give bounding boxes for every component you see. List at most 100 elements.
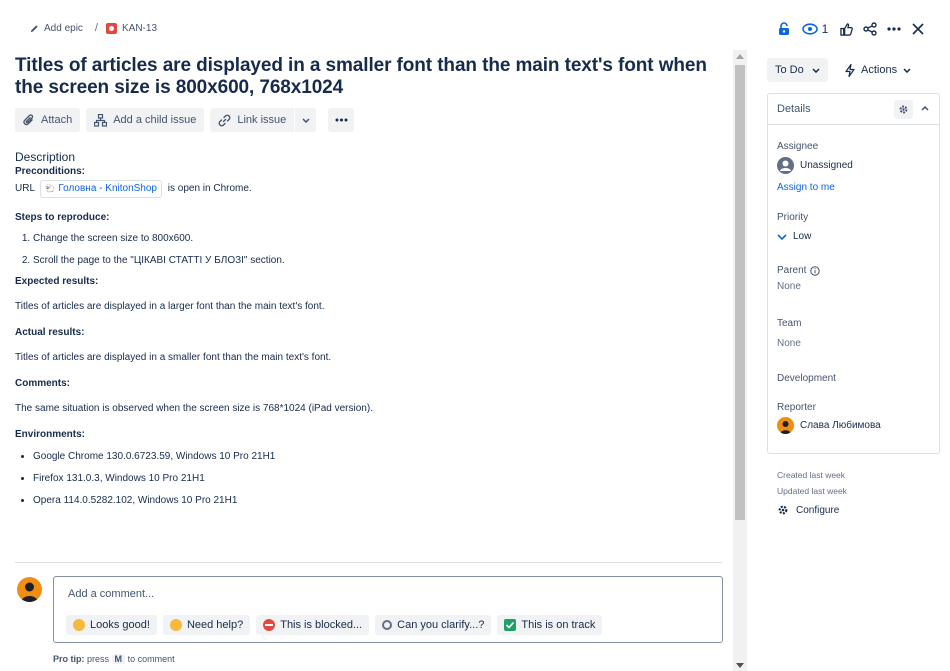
status-label: To Do bbox=[775, 64, 804, 76]
add-child-label: Add a child issue bbox=[113, 114, 197, 126]
actual-text: Titles of articles are displayed in a sm… bbox=[15, 352, 332, 363]
lock-icon[interactable] bbox=[772, 18, 796, 40]
chevron-down-icon[interactable] bbox=[294, 108, 316, 132]
updated-text: Updated last week bbox=[777, 486, 847, 496]
environments-list: Google Chrome 130.0.6723.59, Windows 10 … bbox=[15, 446, 720, 512]
reporter-text: Слава Любимова bbox=[800, 420, 881, 431]
configure-button[interactable]: Configure bbox=[777, 504, 839, 516]
issue-header-actions: 1 bbox=[772, 18, 930, 40]
more-actions-button[interactable] bbox=[328, 108, 355, 132]
status-dropdown[interactable]: To Do bbox=[767, 58, 828, 82]
no-entry-icon bbox=[263, 619, 276, 631]
quick-reply-blocked[interactable]: This is blocked... bbox=[256, 615, 370, 635]
add-epic-link[interactable]: Add epic bbox=[30, 23, 83, 34]
chevron-up-icon[interactable] bbox=[921, 102, 929, 114]
reporter-value[interactable]: Слава Любимова bbox=[777, 417, 881, 434]
description-heading: Description bbox=[15, 150, 76, 164]
smart-link[interactable]: 🐑 Головна - KnitonShop bbox=[40, 180, 162, 198]
hierarchy-icon bbox=[94, 113, 108, 127]
url-suffix: is open in Chrome. bbox=[167, 183, 252, 194]
environment-item: Google Chrome 130.0.6723.59, Windows 10 … bbox=[33, 446, 720, 468]
assign-to-me-link[interactable]: Assign to me bbox=[777, 182, 835, 193]
link-icon bbox=[219, 114, 231, 126]
comments-heading: Comments: bbox=[15, 378, 71, 389]
chevron-down-icon bbox=[812, 67, 820, 73]
comment-editor[interactable]: Add a comment... Looks good! Need help? … bbox=[53, 576, 723, 643]
breadcrumb-separator: / bbox=[94, 22, 98, 34]
watch-count: 1 bbox=[821, 22, 829, 36]
link-issue-button[interactable]: Link issue bbox=[218, 114, 294, 127]
comment-placeholder: Add a comment... bbox=[68, 588, 155, 600]
pro-tip-post: to comment bbox=[127, 654, 175, 664]
add-child-issue-button[interactable]: Add a child issue bbox=[86, 108, 205, 132]
close-icon[interactable] bbox=[906, 18, 930, 40]
chip-label: This is blocked... bbox=[280, 619, 363, 631]
preconditions-heading: Preconditions: bbox=[15, 166, 86, 177]
step-item: Change the screen size to 800x600. bbox=[33, 228, 720, 250]
details-title: Details bbox=[777, 103, 811, 115]
gear-icon[interactable] bbox=[894, 100, 913, 119]
add-epic-label: Add epic bbox=[44, 22, 83, 34]
like-icon[interactable] bbox=[834, 18, 858, 40]
parent-label-row: Parent bbox=[777, 265, 821, 276]
assignee-value[interactable]: Unassigned bbox=[777, 157, 853, 174]
paperclip-icon bbox=[23, 114, 34, 126]
quick-reply-looks-good[interactable]: Looks good! bbox=[66, 615, 157, 635]
scrollbar[interactable] bbox=[733, 50, 747, 671]
clap-icon bbox=[73, 619, 85, 631]
gear-icon bbox=[778, 505, 788, 515]
share-icon[interactable] bbox=[858, 18, 882, 40]
eye-icon bbox=[801, 23, 818, 35]
wave-icon bbox=[169, 619, 182, 631]
issue-title[interactable]: Titles of articles are displayed in a sm… bbox=[15, 55, 715, 99]
details-panel: Details Assignee Unassigned Assign to me… bbox=[767, 93, 940, 454]
attach-label: Attach bbox=[41, 114, 73, 126]
scroll-down-arrow-icon[interactable] bbox=[736, 663, 744, 668]
details-header[interactable]: Details bbox=[768, 94, 939, 125]
environments-heading: Environments: bbox=[15, 429, 86, 440]
quick-reply-need-help[interactable]: Need help? bbox=[162, 615, 251, 635]
url-prefix: URL bbox=[15, 183, 35, 194]
favicon-icon: 🐑 bbox=[45, 184, 56, 193]
actions-label: Actions bbox=[861, 64, 898, 76]
pro-tip: Pro tip: press M to comment bbox=[53, 654, 175, 664]
expected-heading: Expected results: bbox=[15, 276, 99, 287]
attach-button[interactable]: Attach bbox=[15, 108, 81, 132]
scrollbar-thumb[interactable] bbox=[735, 65, 745, 520]
assignee-text: Unassigned bbox=[800, 160, 853, 171]
reporter-label: Reporter bbox=[777, 402, 816, 413]
expected-text: Titles of articles are displayed in a la… bbox=[15, 301, 325, 312]
actions-dropdown[interactable]: Actions bbox=[840, 58, 916, 82]
priority-value[interactable]: Low bbox=[777, 231, 811, 242]
development-label: Development bbox=[777, 373, 836, 384]
issue-key-link[interactable]: KAN-13 bbox=[105, 22, 157, 34]
actual-heading: Actual results: bbox=[15, 327, 85, 338]
chip-label: Need help? bbox=[186, 619, 244, 631]
pencil-icon bbox=[30, 24, 38, 32]
parent-value[interactable]: None bbox=[777, 281, 801, 292]
scroll-up-arrow-icon[interactable] bbox=[736, 54, 744, 59]
quick-reply-clarify[interactable]: Can you clarify...? bbox=[375, 615, 492, 635]
chevron-down-icon bbox=[903, 67, 911, 73]
steps-list: Change the screen size to 800x600. Scrol… bbox=[15, 228, 720, 272]
issue-toolbar: Attach Add a child issue Link issue bbox=[15, 108, 355, 132]
team-value[interactable]: None bbox=[777, 338, 801, 349]
quick-reply-on-track[interactable]: This is on track bbox=[497, 615, 603, 635]
divider bbox=[15, 562, 722, 563]
issue-key-label: KAN-13 bbox=[121, 22, 157, 34]
priority-low-icon bbox=[777, 233, 787, 240]
avatar bbox=[777, 417, 794, 434]
info-icon[interactable] bbox=[810, 265, 821, 276]
link-issue-split-button: Link issue bbox=[210, 108, 317, 132]
more-icon bbox=[335, 118, 348, 122]
environment-item: Opera 114.0.5282.102, Windows 10 Pro 21H… bbox=[33, 490, 720, 512]
check-box-icon bbox=[504, 619, 517, 631]
created-text: Created last week bbox=[777, 470, 846, 480]
breadcrumb: Add epic / KAN-13 bbox=[30, 20, 157, 36]
watch-button[interactable]: 1 bbox=[796, 18, 834, 40]
priority-label: Priority bbox=[777, 212, 809, 223]
priority-text: Low bbox=[793, 231, 812, 242]
preconditions-text: URL 🐑 Головна - KnitonShop is open in Ch… bbox=[15, 180, 720, 198]
team-label: Team bbox=[777, 318, 802, 329]
more-options-icon[interactable] bbox=[882, 18, 906, 40]
